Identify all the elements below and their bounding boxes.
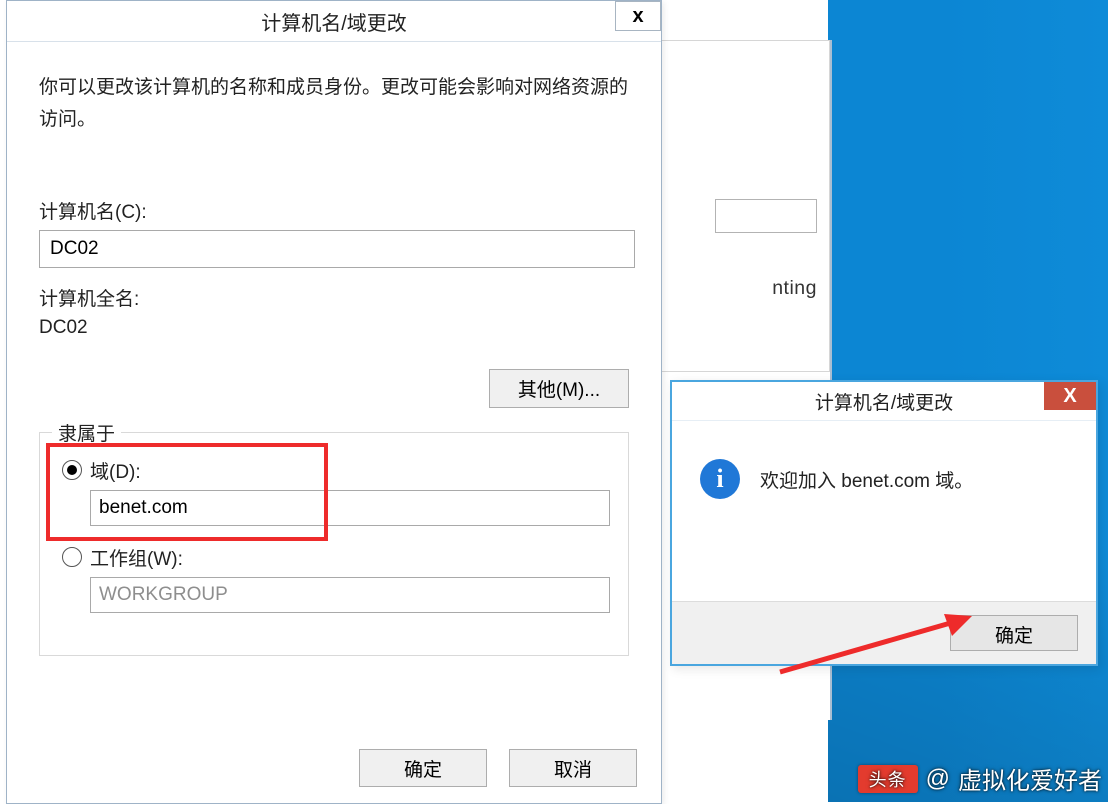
- watermark-logo: 头条: [858, 765, 918, 793]
- close-icon: x: [632, 5, 643, 28]
- computer-name-label: 计算机名(C):: [39, 197, 629, 224]
- domain-radio[interactable]: [62, 460, 82, 480]
- confirm-ok-button[interactable]: 确定: [950, 615, 1078, 651]
- info-icon: i: [700, 459, 740, 499]
- domain-input[interactable]: [90, 490, 610, 526]
- dialog-description: 你可以更改该计算机的名称和成员身份。更改可能会影响对网络资源的访问。: [39, 72, 629, 137]
- domain-radio-row[interactable]: 域(D):: [62, 457, 610, 484]
- confirm-titlebar[interactable]: 计算机名/域更改 X: [672, 382, 1096, 421]
- workgroup-radio-row[interactable]: 工作组(W):: [62, 544, 610, 571]
- watermark: 头条 @ 虚拟化爱好者: [858, 761, 1102, 796]
- member-of-groupbox: 隶属于 域(D): 工作组(W):: [39, 432, 629, 656]
- workgroup-radio[interactable]: [62, 547, 82, 567]
- dialog-title: 计算机名/域更改: [261, 7, 407, 36]
- cancel-button[interactable]: 取消: [509, 749, 637, 787]
- confirm-title: 计算机名/域更改: [815, 388, 953, 415]
- workgroup-input: [90, 577, 610, 613]
- full-computer-name-label: 计算机全名:: [39, 284, 629, 311]
- welcome-domain-confirm-dialog: 计算机名/域更改 X i 欢迎加入 benet.com 域。 确定: [670, 380, 1098, 666]
- computer-name-input[interactable]: [39, 230, 635, 268]
- ok-button[interactable]: 确定: [359, 749, 487, 787]
- confirm-message: 欢迎加入 benet.com 域。: [760, 466, 973, 493]
- watermark-author: 虚拟化爱好者: [958, 761, 1102, 796]
- watermark-at: @: [926, 765, 950, 793]
- parent-text-fragment: nting: [772, 277, 817, 300]
- computer-name-domain-change-dialog: 计算机名/域更改 x 你可以更改该计算机的名称和成员身份。更改可能会影响对网络资…: [6, 0, 662, 804]
- workgroup-radio-label: 工作组(W):: [90, 544, 183, 571]
- close-icon: X: [1063, 385, 1076, 408]
- full-computer-name-value: DC02: [39, 317, 629, 339]
- close-button[interactable]: x: [615, 1, 661, 31]
- more-button[interactable]: 其他(M)...: [489, 369, 629, 408]
- parent-input-fragment: [715, 199, 817, 233]
- member-of-legend: 隶属于: [52, 419, 121, 446]
- dialog-titlebar[interactable]: 计算机名/域更改 x: [7, 1, 661, 42]
- confirm-close-button[interactable]: X: [1044, 382, 1096, 410]
- domain-radio-label: 域(D):: [90, 457, 141, 484]
